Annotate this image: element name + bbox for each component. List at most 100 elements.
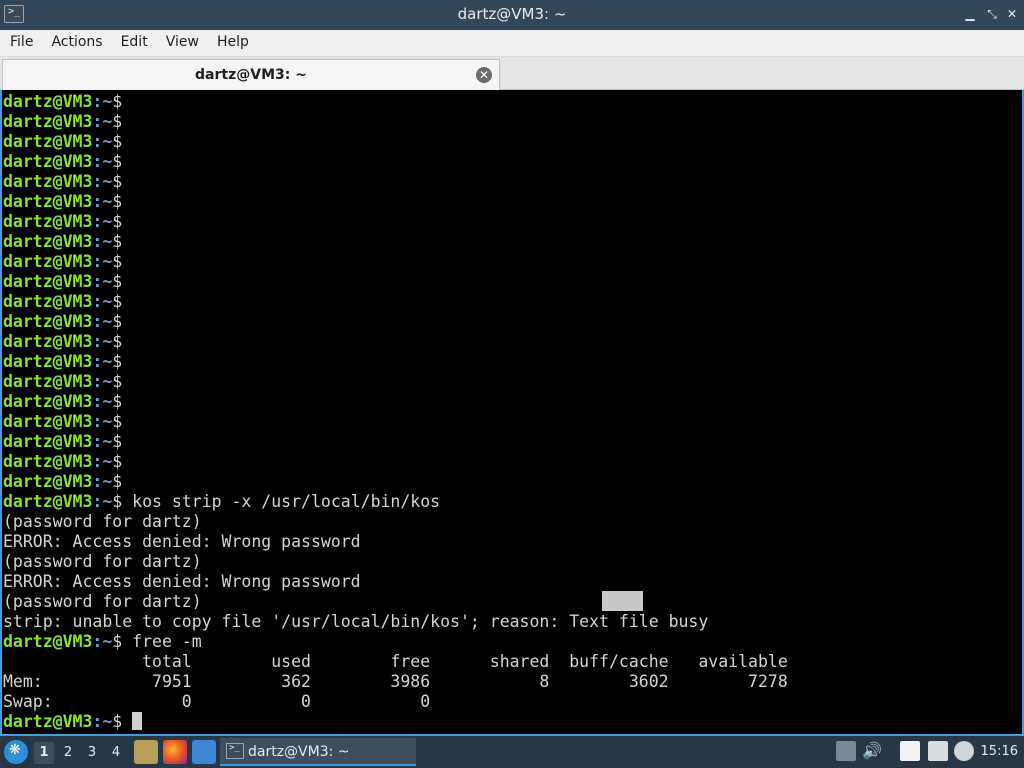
line-text: (password for dartz) [3,552,202,571]
prompt-colon: : [92,92,103,111]
command-line: dartz@VM3:~$ [3,712,788,732]
prompt-user: dartz@VM3 [3,312,93,331]
prompt-symbol: $ [112,472,123,491]
terminal-tab[interactable]: dartz@VM3: ~ ✕ [2,59,500,90]
desktop-icon[interactable] [192,740,216,764]
prompt-colon: : [92,472,103,491]
selection-highlight [602,591,643,611]
prompt-symbol: $ [112,492,123,511]
window-titlebar[interactable]: >_ dartz@VM3: ~ ▁ ⤡ ✕ [0,0,1024,30]
prompt-line: dartz@VM3:~$ [3,452,788,472]
prompt-colon: : [92,212,103,231]
workspace-3[interactable]: 3 [82,742,102,764]
prompt-symbol: $ [112,412,123,431]
prompt-user: dartz@VM3 [3,332,93,351]
battery-icon[interactable] [836,741,856,761]
prompt-colon: : [92,712,103,731]
workspace-4[interactable]: 4 [106,742,126,764]
output-line: ERROR: Access denied: Wrong password [3,532,788,552]
menu-edit[interactable]: Edit [112,30,157,57]
prompt-symbol: $ [112,252,123,271]
prompt-symbol: $ [112,392,123,411]
prompt-user: dartz@VM3 [3,212,93,231]
terminal-area[interactable]: dartz@VM3:~$ dartz@VM3:~$ dartz@VM3:~$ dart… [0,90,1024,736]
prompt-user: dartz@VM3 [3,292,93,311]
network-icon[interactable] [928,741,948,761]
prompt-line: dartz@VM3:~$ [3,432,788,452]
prompt-user: dartz@VM3 [3,412,93,431]
prompt-symbol: $ [112,112,123,131]
prompt-path: ~ [102,112,113,131]
prompt-path: ~ [102,432,113,451]
prompt-line: dartz@VM3:~$ [3,272,788,292]
close-window-button[interactable]: ✕ [1004,6,1020,22]
prompt-colon: : [92,252,103,271]
free-header-line: total used free shared buff/cache availa… [3,652,788,672]
prompt-user: dartz@VM3 [3,392,93,411]
output-line: ERROR: Access denied: Wrong password [3,572,788,592]
prompt-user: dartz@VM3 [3,132,93,151]
menu-file[interactable]: File [0,30,42,57]
menu-actions[interactable]: Actions [42,30,111,57]
prompt-user: dartz@VM3 [3,352,93,371]
prompt-symbol: $ [112,172,123,191]
prompt-symbol: $ [112,312,123,331]
prompt-colon: : [92,272,103,291]
prompt-colon: : [92,372,103,391]
prompt-symbol: $ [112,232,123,251]
prompt-symbol: $ [112,292,123,311]
prompt-symbol: $ [112,132,123,151]
firefox-icon[interactable] [163,740,187,764]
start-menu-button[interactable]: ❋ [4,740,28,764]
workspace-2[interactable]: 2 [58,742,78,764]
tab-bar: dartz@VM3: ~ ✕ [0,57,1024,90]
prompt-user: dartz@VM3 [3,272,93,291]
prompt-path: ~ [102,312,113,331]
line-text [122,712,132,731]
prompt-path: ~ [102,332,113,351]
prompt-path: ~ [102,212,113,231]
taskbar-task-terminal[interactable]: >_ dartz@VM3: ~ [220,738,416,766]
prompt-colon: : [92,232,103,251]
minimize-button[interactable]: ▁ [962,6,978,22]
prompt-symbol: $ [112,632,123,651]
prompt-path: ~ [102,292,113,311]
prompt-user: dartz@VM3 [3,632,93,651]
workspace-1[interactable]: 1 [34,742,54,764]
prompt-colon: : [92,112,103,131]
prompt-user: dartz@VM3 [3,92,93,111]
menu-help[interactable]: Help [208,30,258,57]
clipboard-icon[interactable] [900,741,920,761]
prompt-colon: : [92,632,103,651]
prompt-user: dartz@VM3 [3,492,93,511]
close-tab-icon[interactable]: ✕ [476,67,492,83]
prompt-colon: : [92,432,103,451]
prompt-symbol: $ [112,332,123,351]
prompt-user: dartz@VM3 [3,192,93,211]
prompt-line: dartz@VM3:~$ [3,172,788,192]
prompt-colon: : [92,352,103,371]
maximize-button[interactable]: ⤡ [984,6,1000,22]
free-mem-line: Mem: 7951 362 3986 8 3602 7278 [3,672,788,692]
prompt-path: ~ [102,632,113,651]
prompt-symbol: $ [112,712,123,731]
line-text: Swap: 0 0 0 [3,692,431,711]
line-text: total used free shared buff/cache availa… [3,652,788,671]
free-swap-line: Swap: 0 0 0 [3,692,788,712]
prompt-colon: : [92,132,103,151]
file-manager-icon[interactable] [134,740,158,764]
prompt-line: dartz@VM3:~$ [3,352,788,372]
prompt-symbol: $ [112,92,123,111]
prompt-symbol: $ [112,432,123,451]
prompt-symbol: $ [112,152,123,171]
notification-icon[interactable] [954,741,974,761]
prompt-colon: : [92,312,103,331]
prompt-symbol: $ [112,192,123,211]
volume-icon[interactable]: 🔊 [862,741,882,761]
prompt-symbol: $ [112,272,123,291]
prompt-path: ~ [102,712,113,731]
prompt-line: dartz@VM3:~$ [3,152,788,172]
line-text: free -m [122,632,202,651]
tab-label: dartz@VM3: ~ [195,67,307,83]
menu-view[interactable]: View [157,30,208,57]
